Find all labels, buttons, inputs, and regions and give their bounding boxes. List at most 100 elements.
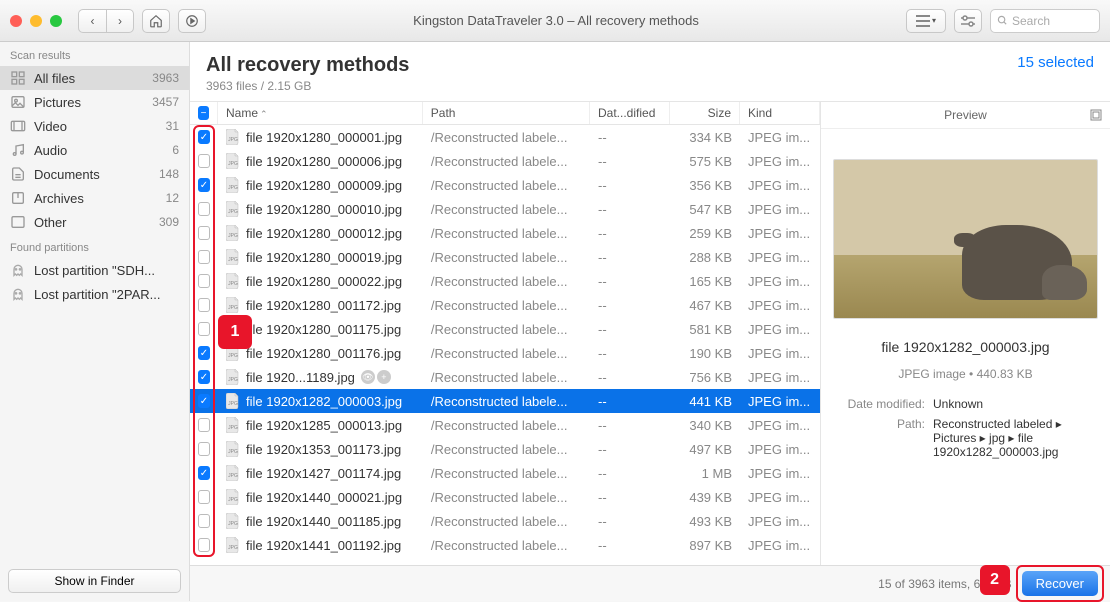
preview-filename: file 1920x1282_000003.jpg (821, 331, 1110, 363)
file-path: /Reconstructed labele... (423, 250, 590, 265)
row-checkbox[interactable]: ✓ (198, 130, 210, 144)
settings-button[interactable] (954, 9, 982, 33)
rescan-button[interactable] (178, 9, 206, 33)
row-checkbox[interactable] (198, 250, 210, 264)
table-row[interactable]: JPGfile 1920x1440_001185.jpg /Reconstruc… (190, 509, 820, 533)
row-checkbox[interactable]: ✓ (198, 466, 210, 480)
window-controls (10, 15, 62, 27)
view-mode-button[interactable]: ▾ (906, 9, 946, 33)
file-size: 1 MB (670, 466, 740, 481)
zoom-window-icon[interactable] (50, 15, 62, 27)
table-row[interactable]: JPGfile 1920x1280_001172.jpg /Reconstruc… (190, 293, 820, 317)
sidebar-partition-item[interactable]: Lost partition "2PAR... (0, 282, 189, 306)
table-row[interactable]: JPGfile 1920x1441_001192.jpg /Reconstruc… (190, 533, 820, 557)
preview-path-value: Reconstructed labeled ▸ Pictures ▸ jpg ▸… (933, 417, 1094, 459)
nav-back-forward: ‹ › (78, 9, 134, 33)
forward-button[interactable]: › (106, 9, 134, 33)
window-title: Kingston DataTraveler 3.0 – All recovery… (214, 13, 898, 28)
table-row[interactable]: ✓ JPGfile 1920x1280_000001.jpg /Reconstr… (190, 125, 820, 149)
sidebar-partition-item[interactable]: Lost partition "SDH... (0, 258, 189, 282)
sidebar-item-pictures[interactable]: Pictures3457 (0, 90, 189, 114)
close-window-icon[interactable] (10, 15, 22, 27)
table-row[interactable]: JPGfile 1920x1280_000022.jpg /Reconstruc… (190, 269, 820, 293)
sidebar-item-other[interactable]: Other309 (0, 210, 189, 234)
sidebar-item-label: Video (34, 119, 158, 134)
all-icon (10, 70, 26, 86)
table-row[interactable]: JPG file 1920x1285_000013.jpg /Reconstruc… (190, 413, 820, 437)
table-row[interactable]: ✓ JPGfile 1920x1427_001174.jpg /Reconstr… (190, 461, 820, 485)
file-list[interactable]: 1 ✓ JPGfile 1920x1280_000001.jpg /Recons… (190, 125, 820, 565)
sidebar-item-video[interactable]: Video 31 (0, 114, 189, 138)
file-icon: JPG (226, 489, 240, 505)
row-checkbox[interactable]: ✓ (198, 178, 210, 192)
row-checkbox[interactable] (198, 202, 210, 216)
file-kind: JPEG im... (740, 466, 820, 481)
sidebar-item-all[interactable]: All files3963 (0, 66, 189, 90)
expand-preview-icon[interactable] (1090, 109, 1102, 121)
file-path: /Reconstructed labele... (423, 274, 590, 289)
preview-icon[interactable]: 👁 (361, 370, 375, 384)
svg-text:JPG: JPG (228, 185, 238, 191)
sidebar-item-label: Archives (34, 191, 158, 206)
file-size: 288 KB (670, 250, 740, 265)
row-checkbox[interactable] (198, 322, 210, 336)
file-date: -- (590, 394, 670, 409)
minimize-window-icon[interactable] (30, 15, 42, 27)
file-date: -- (590, 322, 670, 337)
table-row[interactable]: JPGfile 1920x1280_000019.jpg /Reconstruc… (190, 245, 820, 269)
column-kind[interactable]: Kind (740, 102, 820, 124)
row-checkbox[interactable] (198, 538, 210, 552)
recover-button[interactable]: Recover (1022, 571, 1098, 596)
file-date: -- (590, 178, 670, 193)
row-checkbox[interactable]: ✓ (198, 346, 210, 360)
back-button[interactable]: ‹ (78, 9, 106, 33)
sidebar-item-count: 309 (159, 215, 179, 229)
select-all-checkbox[interactable]: − (198, 106, 209, 120)
file-path: /Reconstructed labele... (423, 178, 590, 193)
table-row[interactable]: JPGfile 1920x1280_000006.jpg /Reconstruc… (190, 149, 820, 173)
row-checkbox[interactable] (198, 490, 210, 504)
file-name: file 1920x1285_000013.jpg (246, 418, 402, 433)
table-row[interactable]: ✓ JPGfile 1920x1280_001176.jpg /Reconstr… (190, 341, 820, 365)
row-checkbox[interactable] (198, 226, 210, 240)
table-row[interactable]: ✓ JPGfile 1920...1189.jpg👁+ /Reconstruct… (190, 365, 820, 389)
row-checkbox[interactable]: ✓ (198, 394, 210, 408)
row-checkbox[interactable] (198, 298, 210, 312)
file-name: file 1920x1280_000019.jpg (246, 250, 402, 265)
sidebar-item-label: Lost partition "SDH... (34, 263, 179, 278)
file-icon: JPG (226, 417, 240, 433)
row-checkbox[interactable] (198, 418, 210, 432)
file-path: /Reconstructed labele... (423, 418, 590, 433)
row-checkbox[interactable]: ✓ (198, 370, 210, 384)
svg-text:JPG: JPG (228, 377, 238, 383)
search-input[interactable]: Search (990, 9, 1100, 33)
svg-text:JPG: JPG (228, 497, 238, 503)
table-row[interactable]: ✓ JPGfile 1920x1280_000009.jpg /Reconstr… (190, 173, 820, 197)
add-icon[interactable]: + (377, 370, 391, 384)
column-name[interactable]: Name⌃ (218, 102, 423, 124)
home-button[interactable] (142, 9, 170, 33)
sidebar-item-documents[interactable]: Documents148 (0, 162, 189, 186)
svg-text:JPG: JPG (228, 305, 238, 311)
table-row[interactable]: ✓ JPGfile 1920x1282_000003.jpg /Reconstr… (190, 389, 820, 413)
column-path[interactable]: Path (423, 102, 590, 124)
table-row[interactable]: JPGfile 1920x1353_001173.jpg /Reconstruc… (190, 437, 820, 461)
file-kind: JPEG im... (740, 442, 820, 457)
table-row[interactable]: JPGfile 1920x1280_000012.jpg /Reconstruc… (190, 221, 820, 245)
row-checkbox[interactable] (198, 274, 210, 288)
sidebar-item-count: 31 (166, 119, 179, 133)
row-checkbox[interactable] (198, 154, 210, 168)
table-row[interactable]: JPGfile 1920x1280_001175.jpg /Reconstruc… (190, 317, 820, 341)
file-icon: JPG (226, 513, 240, 529)
row-checkbox[interactable] (198, 514, 210, 528)
show-in-finder-button[interactable]: Show in Finder (8, 569, 181, 593)
sidebar-item-audio[interactable]: Audio6 (0, 138, 189, 162)
file-path: /Reconstructed labele... (423, 226, 590, 241)
file-kind: JPEG im... (740, 322, 820, 337)
column-size[interactable]: Size (670, 102, 740, 124)
table-row[interactable]: JPGfile 1920x1440_000021.jpg /Reconstruc… (190, 485, 820, 509)
column-date[interactable]: Dat...dified (590, 102, 670, 124)
sidebar-item-archives[interactable]: Archives12 (0, 186, 189, 210)
table-row[interactable]: JPGfile 1920x1280_000010.jpg /Reconstruc… (190, 197, 820, 221)
row-checkbox[interactable] (198, 442, 210, 456)
